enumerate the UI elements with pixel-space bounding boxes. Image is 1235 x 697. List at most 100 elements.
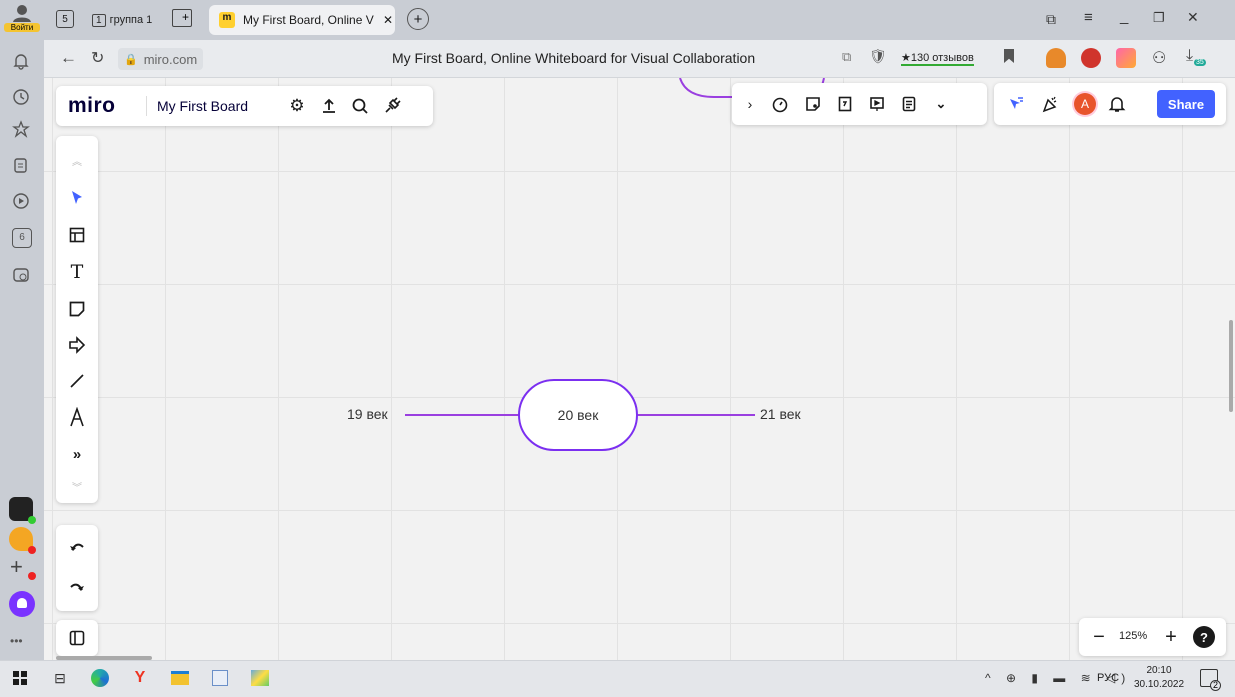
extension-icon-3[interactable] xyxy=(1116,48,1136,68)
pen-tool-icon[interactable] xyxy=(67,406,87,428)
integrations-icon[interactable] xyxy=(381,95,403,117)
close-window-icon[interactable]: ✕ xyxy=(1187,9,1199,26)
collab-toolbar: › ⌄ xyxy=(732,83,987,125)
cursor-follow-icon[interactable] xyxy=(1006,94,1026,114)
counter-icon[interactable]: 6 xyxy=(12,228,32,248)
user-icon xyxy=(13,5,31,22)
board-name[interactable]: My First Board xyxy=(157,98,248,114)
task-view-icon[interactable]: ⊟ xyxy=(46,664,74,692)
chart-app-icon[interactable] xyxy=(9,527,36,554)
file-explorer-icon[interactable] xyxy=(166,664,194,692)
mindmap-connectors xyxy=(405,414,755,416)
language-indicator[interactable]: РУС xyxy=(1097,672,1119,684)
restore-icon[interactable]: ❐ xyxy=(1153,10,1165,26)
redo-icon[interactable] xyxy=(67,577,87,597)
zoom-in-button[interactable]: + xyxy=(1161,626,1181,648)
browser-sidebar: Войти 6 + ••• xyxy=(0,0,44,660)
yandex-browser-icon[interactable]: Y xyxy=(126,664,154,692)
new-tab-button[interactable]: + xyxy=(407,8,429,30)
share-button[interactable]: Share xyxy=(1157,90,1215,118)
line-tool-icon[interactable] xyxy=(67,371,87,391)
bell-icon[interactable] xyxy=(12,52,32,72)
word-icon[interactable] xyxy=(206,664,234,692)
lock-icon: 🔒 xyxy=(124,53,138,66)
login-button[interactable]: Войти xyxy=(4,4,40,36)
celebrate-icon[interactable] xyxy=(1040,94,1060,114)
extension-icon-1[interactable] xyxy=(1046,48,1066,68)
sticky-notes-icon[interactable] xyxy=(803,94,823,114)
notifications-icon[interactable] xyxy=(1107,94,1127,114)
screenshot-icon[interactable] xyxy=(12,266,32,286)
collapse-down-icon[interactable]: ︾ xyxy=(67,479,87,494)
undo-icon[interactable] xyxy=(67,537,87,557)
more-chevron-icon[interactable]: ⌄ xyxy=(932,94,950,114)
alice-icon[interactable] xyxy=(9,591,35,617)
reader-icon[interactable]: ⧉ xyxy=(842,49,851,65)
collapse-up-icon[interactable]: ︽ xyxy=(67,153,87,168)
reviews-link[interactable]: ★130 отзывов xyxy=(901,51,974,66)
templates-tool-icon[interactable] xyxy=(67,225,87,245)
extension-icon-4[interactable]: ⚇ xyxy=(1152,48,1166,68)
notes-icon[interactable] xyxy=(899,94,919,114)
address-bar: ← ↻ 🔒 miro.com My First Board, Online Wh… xyxy=(44,40,1235,78)
page-title: My First Board, Online Whiteboard for Vi… xyxy=(392,50,756,66)
zoom-out-button[interactable]: − xyxy=(1089,626,1109,648)
zoom-panel: − 125% + ? xyxy=(1079,618,1226,656)
downloads-icon[interactable]: ⤓ 35 xyxy=(1186,47,1206,66)
sidebar-panel-icon xyxy=(67,628,87,648)
upload-icon[interactable] xyxy=(318,95,340,117)
frames-toggle[interactable] xyxy=(56,620,98,656)
tab-counter-icon[interactable]: 5 xyxy=(56,10,74,28)
protect-icon[interactable]: 🛡 xyxy=(869,48,887,65)
share-bar: A Share xyxy=(994,83,1226,125)
notification-center-icon[interactable]: 2 xyxy=(1200,669,1221,691)
settings-icon[interactable]: ⚙ xyxy=(286,95,308,117)
add-app-icon[interactable]: + xyxy=(10,556,36,580)
board-canvas[interactable]: 19 век 20 век 21 век miro My First Board… xyxy=(44,78,1235,660)
timer-icon[interactable] xyxy=(770,94,790,114)
reload-icon[interactable]: ↻ xyxy=(91,48,104,68)
tabs-icon[interactable]: ⧉ xyxy=(1046,11,1056,28)
new-group-icon[interactable]: + xyxy=(172,9,192,27)
windows-start-icon[interactable] xyxy=(6,664,34,692)
select-tool-icon[interactable] xyxy=(67,188,87,208)
minimize-icon[interactable]: _ xyxy=(1120,8,1128,25)
close-tab-icon[interactable]: ✕ xyxy=(383,13,393,27)
mindmap-node-center[interactable]: 20 век xyxy=(518,379,638,451)
collections-icon[interactable] xyxy=(12,156,32,176)
windows-taskbar: ⊟ Y ^ ⊕ ▮ ▬ ≋ ◁) РУС 20:10 30.10.2022 2 xyxy=(0,660,1235,697)
alice-app-icon[interactable] xyxy=(9,497,36,524)
play-icon[interactable] xyxy=(12,192,32,212)
sticky-note-tool-icon[interactable] xyxy=(67,299,87,319)
avatar[interactable]: A xyxy=(1074,93,1096,115)
bookmark-icon[interactable] xyxy=(1004,49,1014,63)
undo-redo-panel xyxy=(56,525,98,611)
menu-icon[interactable]: ≡ xyxy=(1084,9,1093,26)
history-icon[interactable] xyxy=(12,88,32,108)
extension-icon-2[interactable] xyxy=(1081,48,1101,68)
help-button[interactable]: ? xyxy=(1193,626,1215,648)
zoom-level[interactable]: 125% xyxy=(1119,630,1147,642)
search-icon[interactable] xyxy=(349,95,371,117)
tab-active[interactable]: m My First Board, Online V ✕ xyxy=(209,5,395,35)
mindmap-node-right[interactable]: 21 век xyxy=(760,406,801,422)
more-icon[interactable]: ••• xyxy=(10,634,23,648)
tab-group[interactable]: 1 группа 1 xyxy=(92,10,152,30)
shape-tool-icon[interactable] xyxy=(67,335,87,355)
more-tools-icon[interactable]: » xyxy=(67,444,87,464)
presentation-icon[interactable] xyxy=(867,94,887,114)
voting-icon[interactable] xyxy=(835,94,855,114)
paint-icon[interactable] xyxy=(246,664,274,692)
back-icon[interactable]: ← xyxy=(60,48,77,68)
edge-icon[interactable] xyxy=(86,664,114,692)
miro-logo[interactable]: miro xyxy=(68,94,116,118)
expand-chevron-icon[interactable]: › xyxy=(742,94,758,114)
board-header: miro My First Board ⚙ xyxy=(56,86,433,126)
text-tool-icon[interactable]: T xyxy=(67,261,87,283)
url-field[interactable]: 🔒 miro.com xyxy=(118,48,204,70)
vertical-scrollbar[interactable] xyxy=(1229,320,1233,412)
mindmap-node-left[interactable]: 19 век xyxy=(347,406,388,422)
clock[interactable]: 20:10 30.10.2022 xyxy=(1130,664,1188,692)
bookmarks-icon[interactable] xyxy=(12,120,32,140)
tool-palette: ︽ T » ︾ xyxy=(56,136,98,503)
